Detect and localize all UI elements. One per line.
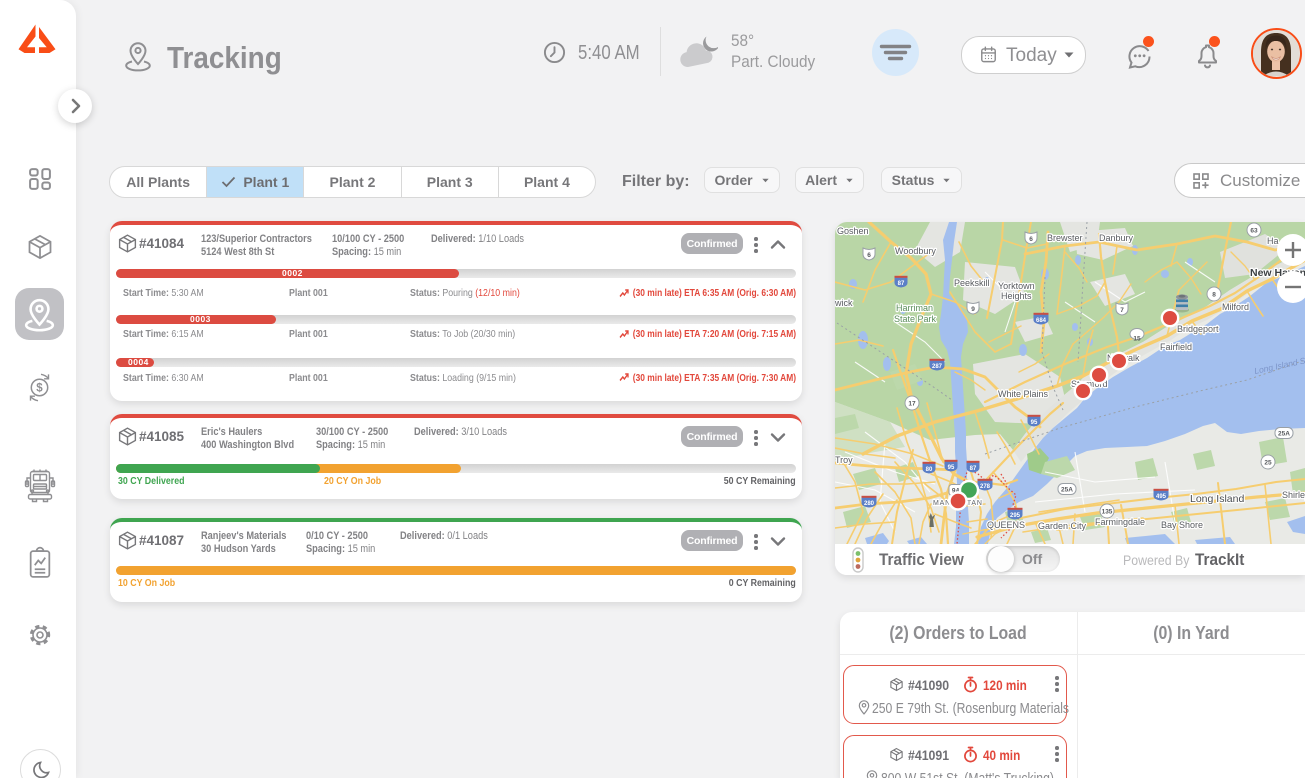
svg-text:Bay Shore: Bay Shore (1161, 520, 1203, 530)
svg-text:Heights: Heights (1001, 291, 1032, 301)
svg-text:25A: 25A (1061, 487, 1073, 494)
svg-text:63: 63 (1250, 228, 1258, 235)
svg-text:Woodbury: Woodbury (895, 246, 936, 256)
svg-text:Milford: Milford (1222, 302, 1249, 312)
svg-text:684: 684 (1036, 318, 1047, 324)
svg-text:25: 25 (1264, 460, 1272, 467)
svg-text:Farmingdale: Farmingdale (1095, 517, 1145, 527)
svg-text:Yorktown: Yorktown (998, 281, 1035, 291)
svg-text:295: 295 (1010, 513, 1021, 519)
svg-text:Ha: Ha (1267, 236, 1279, 246)
svg-text:$: $ (36, 383, 43, 395)
svg-text:Shirley: Shirley (1282, 490, 1305, 500)
svg-text:135: 135 (1102, 509, 1113, 516)
svg-text:White Plains: White Plains (998, 389, 1049, 399)
svg-text:278: 278 (980, 484, 991, 490)
svg-text:Fairfield: Fairfield (1160, 342, 1192, 352)
svg-text:Troy: Troy (835, 455, 853, 465)
svg-text:Goshen: Goshen (837, 226, 869, 236)
svg-text:Danbury: Danbury (1099, 233, 1134, 243)
svg-text:95: 95 (948, 465, 955, 471)
svg-text:17: 17 (908, 401, 916, 408)
svg-text:80: 80 (926, 467, 933, 473)
svg-text:7: 7 (1120, 307, 1124, 314)
svg-text:87: 87 (970, 466, 977, 472)
svg-text:Harriman: Harriman (896, 303, 933, 313)
svg-text:6: 6 (1029, 236, 1033, 243)
svg-text:25A: 25A (1278, 431, 1290, 438)
svg-text:Bridgeport: Bridgeport (1177, 324, 1219, 334)
svg-text:495: 495 (1156, 494, 1167, 500)
svg-text:8: 8 (1212, 292, 1216, 299)
svg-text:287: 287 (932, 364, 943, 370)
svg-text:State Park: State Park (894, 314, 937, 324)
svg-text:87: 87 (898, 281, 905, 287)
svg-text:280: 280 (864, 501, 875, 507)
svg-text:Peekskill: Peekskill (954, 278, 990, 288)
svg-text:Garden City: Garden City (1038, 521, 1087, 531)
svg-text:6: 6 (867, 252, 871, 259)
svg-text:15: 15 (1133, 336, 1141, 343)
svg-text:wick: wick (835, 298, 853, 308)
svg-text:9: 9 (971, 306, 975, 313)
svg-text:95: 95 (1031, 420, 1038, 426)
svg-text:Brewster: Brewster (1047, 233, 1083, 243)
svg-text:Long Island: Long Island (1190, 493, 1244, 505)
svg-text:QUEENS: QUEENS (987, 520, 1025, 530)
